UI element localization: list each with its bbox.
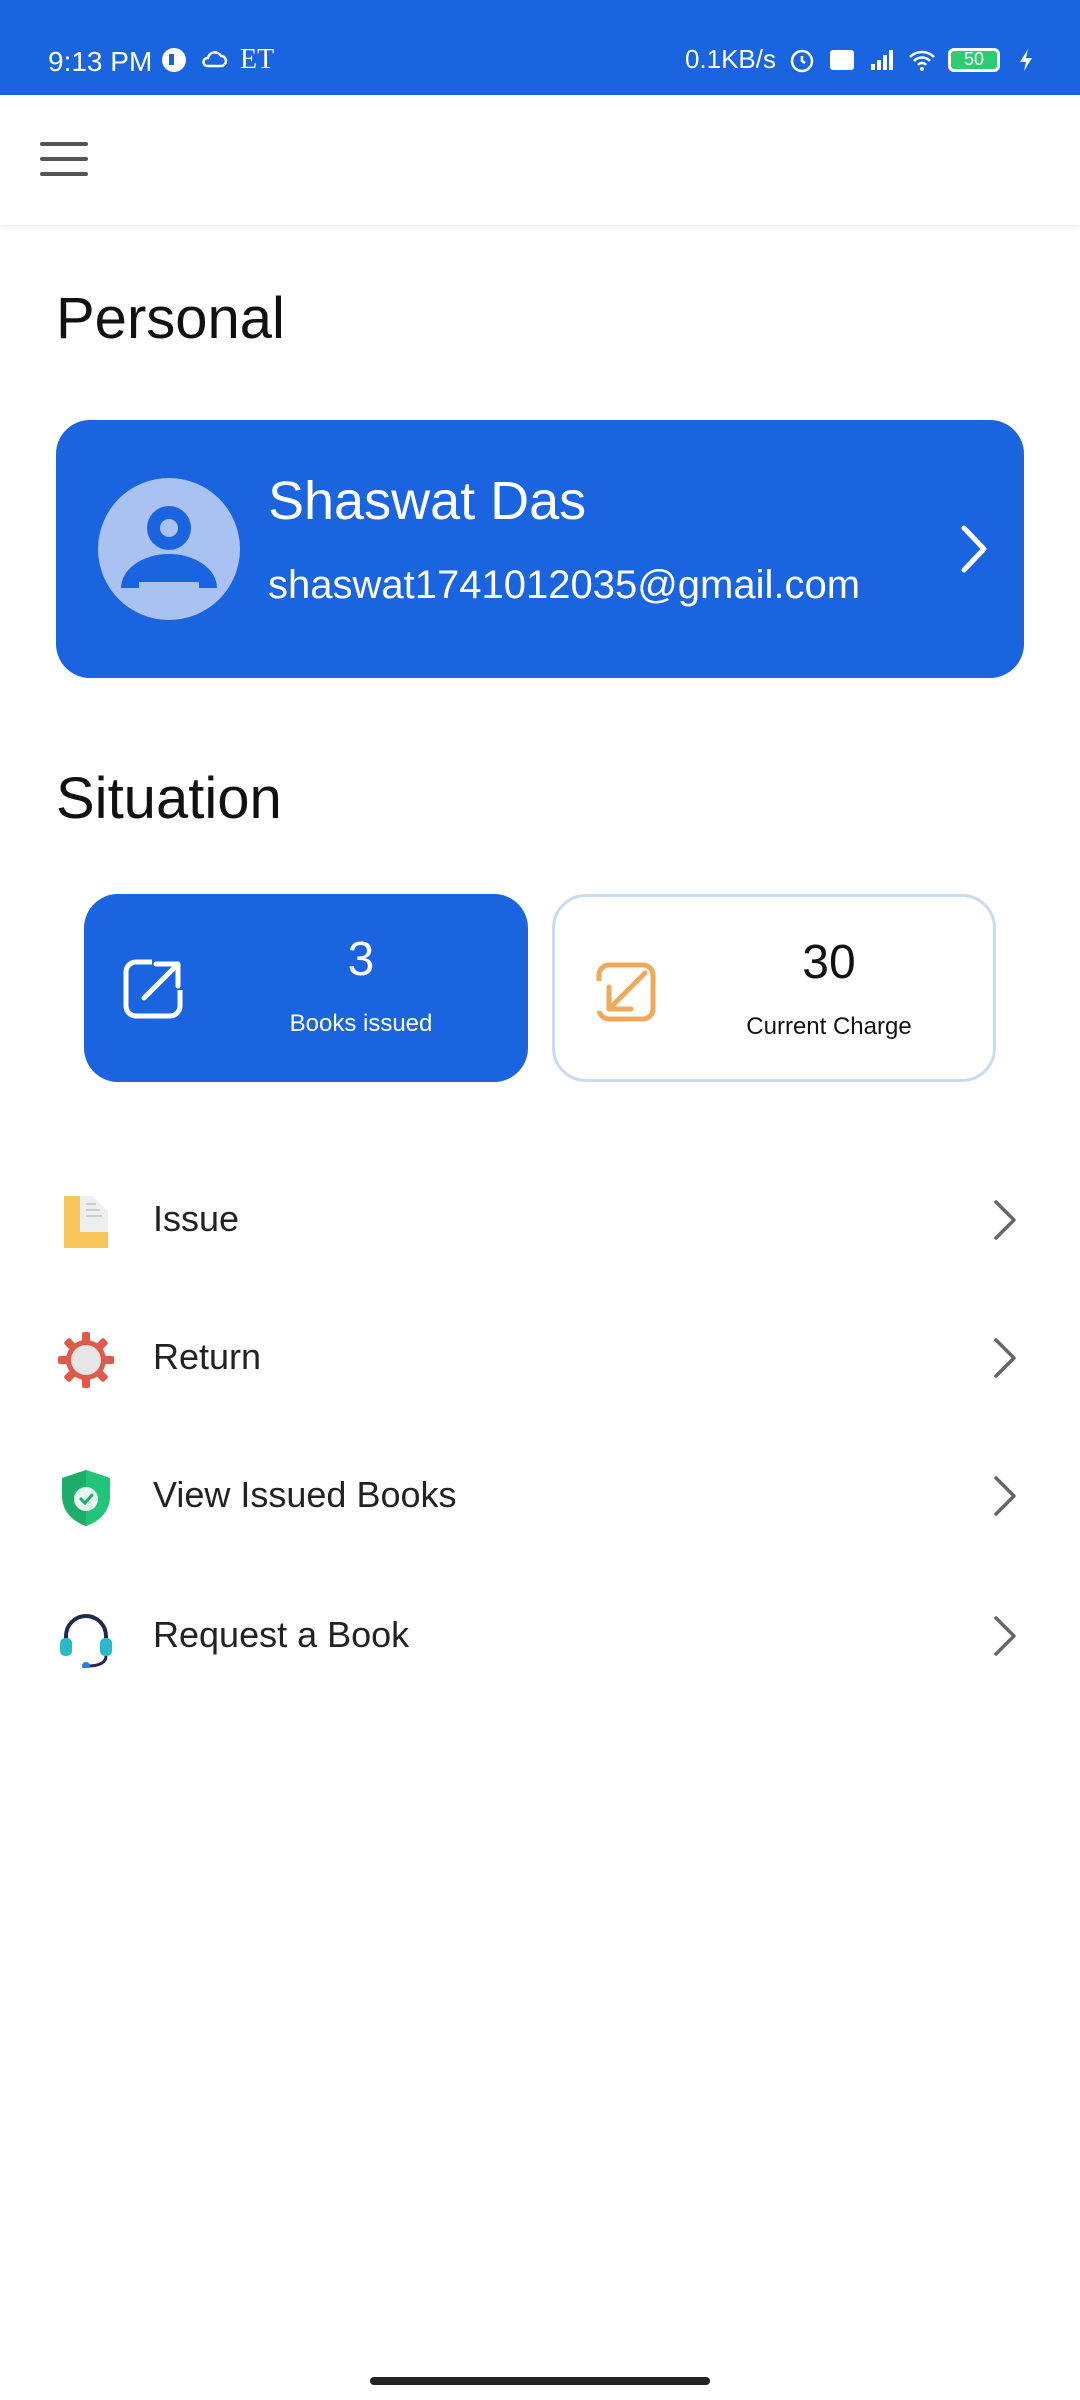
menu-item-issue[interactable]: Issue: [0, 1164, 1080, 1274]
personal-section-title: Personal: [56, 286, 285, 351]
battery-icon: 50: [948, 47, 1000, 72]
menu-item-return[interactable]: Return: [0, 1302, 1080, 1412]
situation-section-title: Situation: [56, 766, 282, 831]
current-charge-value: 30: [802, 936, 856, 989]
menu-item-label: View Issued Books: [153, 1474, 457, 1515]
chat-icon: [160, 46, 188, 74]
net-speed: 0.1KB/s: [684, 44, 776, 74]
menu-item-view-issued-books[interactable]: View Issued Books: [0, 1440, 1080, 1550]
hamburger-icon[interactable]: [40, 142, 88, 178]
wifi-icon: [908, 46, 936, 74]
cloud-icon: [200, 46, 228, 74]
chevron-right-icon: [994, 1476, 1016, 1516]
volte-icon: [828, 46, 856, 74]
profile-name: Shaswat Das: [268, 471, 587, 531]
status-badge: ET: [240, 44, 275, 75]
external-link-icon: [123, 956, 186, 1019]
current-charge-card[interactable]: 30 Current Charge: [552, 894, 996, 1082]
arrow-down-left-icon: [593, 962, 656, 1022]
menu-item-label: Issue: [153, 1198, 240, 1239]
gear-icon: [58, 1332, 114, 1388]
signal-icon: [868, 46, 896, 74]
app-bar: [0, 95, 1080, 225]
status-bar: 9:13 PM ET 0.1KB/s 50: [0, 0, 1080, 95]
chevron-right-icon: [994, 1338, 1016, 1378]
shield-icon: [62, 1470, 110, 1526]
books-issued-card[interactable]: 3 Books issued: [84, 894, 528, 1082]
chevron-right-icon: [994, 1200, 1016, 1240]
status-left-icons: ET: [160, 44, 274, 76]
profile-email: shaswat1741012035@gmail.com: [268, 563, 861, 607]
alarm-icon: [788, 46, 816, 74]
books-issued-value: 3: [347, 933, 375, 986]
status-right-icons: 0.1KB/s 50: [685, 44, 1040, 75]
chevron-right-icon: [961, 525, 987, 573]
document-icon: [64, 1196, 108, 1248]
headset-icon: [60, 1614, 112, 1668]
books-issued-label: Books issued: [289, 1010, 433, 1037]
avatar-icon: [98, 478, 240, 620]
menu-item-request-a-book[interactable]: Request a Book: [0, 1580, 1080, 1690]
menu-item-label: Return: [153, 1336, 262, 1377]
charging-icon: [1012, 46, 1040, 74]
status-time: 9:13 PM: [48, 46, 153, 77]
chevron-right-icon: [994, 1616, 1016, 1656]
menu-item-label: Request a Book: [153, 1614, 410, 1655]
home-indicator[interactable]: [370, 2377, 710, 2385]
profile-card[interactable]: Shaswat Das shaswat1741012035@gmail.com: [56, 420, 1024, 678]
current-charge-label: Current Charge: [746, 1013, 912, 1040]
